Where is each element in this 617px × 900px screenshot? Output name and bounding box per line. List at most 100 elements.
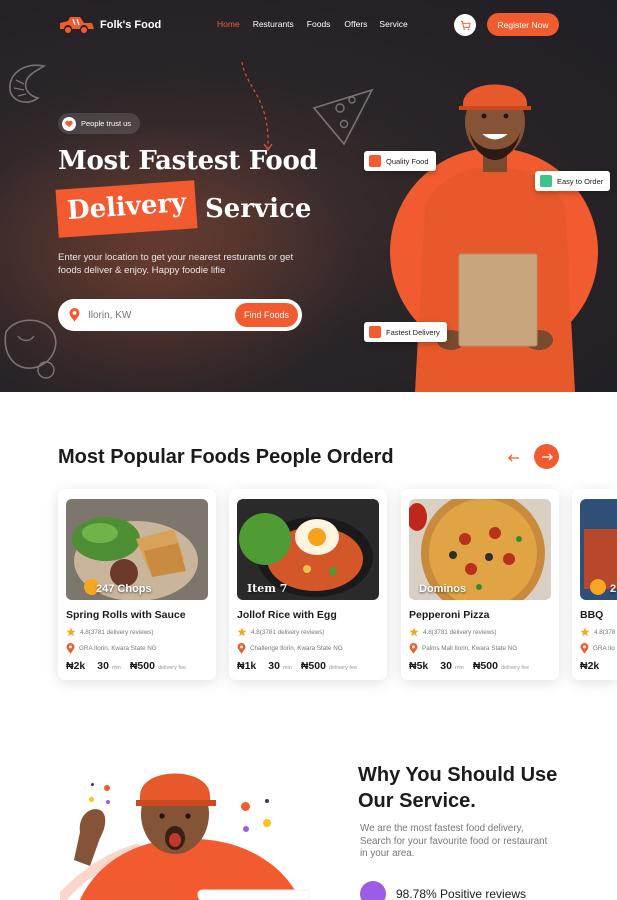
arrow-left-icon: [508, 454, 519, 462]
location-pin-icon: [580, 643, 589, 654]
star-icon: [580, 627, 590, 637]
trust-badge: People trust us: [58, 113, 141, 134]
food-image-label: 247 Chops: [96, 583, 152, 595]
food-image-bbq: 2: [580, 499, 617, 600]
food-rating-text: 4.8(3781 delivery reviews): [423, 628, 497, 636]
food-name: Pepperoni Pizza: [409, 609, 490, 621]
food-meta: ₦2k: [580, 660, 599, 672]
find-foods-button[interactable]: Find Foods: [235, 303, 298, 327]
food-time: 30: [440, 660, 452, 672]
carousel-prev-button[interactable]: [504, 448, 524, 468]
hero-headline-line1: Most Fastest Food: [58, 146, 318, 176]
delivery-scooter-icon: [369, 326, 381, 338]
decor-dot: [91, 783, 94, 786]
food-card[interactable]: Item 7 Jollof Rice with Egg 4.8(3781 del…: [229, 489, 387, 680]
decor-dot: [89, 797, 94, 802]
fastest-delivery-badge: Fastest Delivery: [364, 322, 447, 342]
decor-dot: [263, 819, 271, 827]
food-location-text: GRA Ilorin, Kwara State NG: [79, 645, 157, 652]
easy-order-badge: Easy to Order: [535, 171, 611, 191]
food-location-text: GRA Ilo: [593, 645, 615, 652]
food-meta: ₦5k 30 min ₦500 delivery fee: [409, 660, 535, 672]
food-card[interactable]: 2 BBQ 4.8(378 GRA Ilo ₦2k: [572, 489, 617, 680]
decor-dot: [265, 799, 269, 803]
hero-headline-line2: Service: [205, 194, 312, 224]
food-rating: 4.8(378: [580, 627, 615, 637]
brand-logo[interactable]: Folk's Food: [58, 15, 161, 35]
star-icon: [66, 627, 76, 637]
food-image-label: Item 7: [247, 582, 288, 595]
quality-food-icon: [369, 155, 381, 167]
nav-link-resturants[interactable]: Resturants: [253, 19, 294, 29]
nav-link-offers[interactable]: Offers: [344, 19, 367, 29]
nav-link-home[interactable]: Home: [217, 19, 240, 29]
stars-badge-icon: [360, 881, 386, 900]
location-pin-icon: [69, 308, 80, 322]
food-time-unit: min: [282, 665, 292, 671]
food-time: 30: [268, 660, 280, 672]
food-location: GRA Ilorin, Kwara State NG: [66, 643, 157, 654]
food-rating-text: 4.8(3781 delivery reviews): [80, 628, 154, 636]
food-delivery-fee-label: delivery fee: [328, 665, 358, 671]
food-location-text: Challenge Ilorin, Kwara State NG: [250, 645, 343, 652]
food-location: Palms Mall Ilorin, Kwara State NG: [409, 643, 517, 654]
food-name: BBQ: [580, 609, 604, 621]
food-image-pepperoni-pizza: Dominos: [409, 499, 551, 600]
quality-food-badge: Quality Food: [364, 151, 436, 171]
food-rating: 4.8(3781 delivery reviews): [409, 627, 497, 637]
food-delivery-fee: ₦500: [300, 660, 326, 672]
food-image-jollof-rice: Item 7: [237, 499, 379, 600]
fastest-delivery-label: Fastest Delivery: [386, 327, 440, 337]
why-section-description: We are the most fastest food delivery, S…: [360, 823, 548, 859]
food-delivery-fee-label: delivery fee: [500, 665, 530, 671]
food-location-text: Palms Mall Ilorin, Kwara State NG: [422, 645, 518, 652]
food-location: Challenge Ilorin, Kwara State NG: [237, 643, 343, 654]
why-section-title: Why You Should Use Our Service.: [358, 764, 558, 812]
food-price: ₦2k: [66, 660, 86, 672]
food-price: ₦1k: [237, 660, 257, 672]
popular-section-title: Most Popular Foods People Orderd: [58, 446, 394, 468]
decor-dot: [243, 826, 249, 832]
food-meta: ₦2k 30 min ₦500 delivery fee: [66, 660, 192, 672]
decor-dot: [106, 800, 110, 804]
nav-link-foods[interactable]: Foods: [307, 19, 331, 29]
food-rating-text: 4.8(378: [594, 628, 616, 636]
food-delivery-fee-label: delivery fee: [157, 665, 187, 671]
brand-name: Folk's Food: [100, 19, 162, 31]
hero-subtitle: Enter your location to get your nearest …: [58, 252, 294, 276]
shrimp-doodle-icon: [9, 64, 47, 103]
delivery-man-illustration: [415, 84, 575, 392]
location-input[interactable]: [88, 306, 228, 324]
location-search-bar: Find Foods: [58, 299, 302, 331]
arrow-right-icon: [541, 453, 553, 460]
location-pin-icon: [237, 643, 246, 654]
food-time-unit: min: [454, 665, 464, 671]
easy-order-label: Easy to Order: [557, 176, 604, 186]
nav-link-service[interactable]: Service: [379, 19, 407, 29]
positive-reviews-stat: 98.78% Positive reviews: [360, 881, 526, 900]
food-price: ₦5k: [409, 660, 429, 672]
trust-heart-wrap: [62, 116, 76, 131]
quality-food-label: Quality Food: [386, 156, 429, 166]
food-rating: 4.8(3781 delivery reviews): [237, 627, 325, 637]
food-image-label: Dominos: [419, 583, 467, 595]
food-meta: ₦1k 30 min ₦500 delivery fee: [237, 660, 363, 672]
nav-links: Home Resturants Foods Offers Service: [217, 19, 408, 29]
location-pin-icon: [409, 643, 418, 654]
food-rating-text: 4.8(3781 delivery reviews): [251, 628, 325, 636]
star-icon: [237, 627, 247, 637]
cart-icon: [460, 20, 471, 30]
register-button[interactable]: Register Now: [487, 13, 559, 36]
food-time-unit: min: [111, 665, 121, 671]
food-price: ₦2k: [580, 660, 600, 672]
hero-section: Folk's Food Home Resturants Foods Offers…: [0, 0, 617, 392]
food-image-spring-rolls: 247 Chops: [66, 499, 208, 600]
food-rating: 4.8(3781 delivery reviews): [66, 627, 154, 637]
food-image-label: 2: [610, 583, 617, 595]
food-card[interactable]: 247 Chops Spring Rolls with Sauce 4.8(37…: [58, 489, 216, 680]
cart-button[interactable]: [454, 14, 476, 36]
heart-icon: [65, 120, 73, 127]
food-card[interactable]: Dominos Pepperoni Pizza 4.8(3781 deliver…: [401, 489, 559, 680]
pizza-slice-doodle-icon: [312, 88, 374, 146]
carousel-next-button[interactable]: [534, 444, 559, 469]
